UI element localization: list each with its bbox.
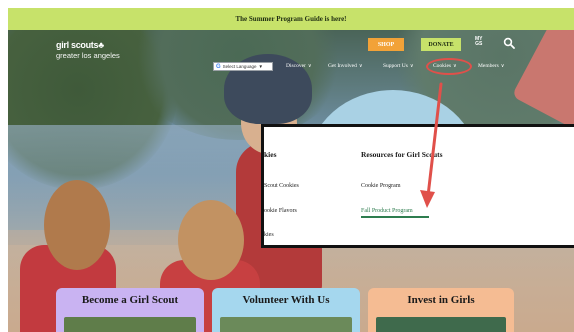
shop-button[interactable]: SHOP [368, 38, 404, 51]
chevron-down-icon: ∨ [307, 64, 312, 69]
logo-wordmark: girl scouts [56, 40, 99, 50]
nav-item-get-involved[interactable]: Get Involved ∨ [328, 63, 363, 69]
chevron-down-icon: ∨ [409, 64, 414, 69]
dropdown-link-cookie-program[interactable]: Cookie Program [361, 183, 401, 189]
dropdown-link-cookies[interactable]: kies [264, 232, 274, 238]
chevron-down-icon: ∨ [500, 64, 505, 69]
site-logo[interactable]: girl scouts♣ greater los angeles [56, 40, 120, 60]
fall-product-underline [361, 216, 429, 218]
card-volunteer-with-us[interactable]: Volunteer With Us [212, 288, 360, 332]
my-gs-link[interactable]: MY GS [475, 37, 483, 47]
nav-item-discover[interactable]: Discover ∨ [286, 63, 312, 69]
language-select-label: Select Language [222, 64, 257, 69]
nav-item-support-us[interactable]: Support Us ∨ [383, 63, 414, 69]
chevron-down-icon: ∨ [358, 64, 363, 69]
logo-council-name: greater los angeles [56, 51, 120, 60]
announcement-text[interactable]: The Summer Program Guide is here! [235, 15, 346, 23]
dropdown-column-title-cookies: kies [264, 150, 277, 159]
nav-item-members[interactable]: Members ∨ [478, 63, 504, 69]
card-title: Volunteer With Us [242, 294, 330, 306]
chevron-down-icon: ▼ [258, 64, 263, 69]
cookies-dropdown-menu [261, 124, 574, 248]
card-image [64, 317, 196, 332]
card-become-a-girl-scout[interactable]: Become a Girl Scout [56, 288, 204, 332]
card-image [376, 317, 506, 332]
trefoil-icon: ♣ [98, 40, 104, 50]
nav-item-label: Support Us [383, 63, 408, 69]
card-invest-in-girls[interactable]: Invest in Girls [368, 288, 514, 332]
dropdown-column-title-resources: Resources for Girl Scouts [361, 150, 443, 159]
google-translate-icon: G [216, 63, 221, 70]
page: The Summer Program Guide is here! girl s… [0, 0, 574, 332]
card-title: Invest in Girls [407, 294, 475, 306]
nav-item-label: Members [478, 63, 499, 69]
dropdown-link-fall-product-program[interactable]: Fall Product Program [361, 208, 413, 214]
hero-girl-middle-hair [178, 200, 244, 280]
my-gs-line2: GS [475, 41, 483, 47]
nav-item-label: Get Involved [328, 63, 357, 69]
card-image [220, 317, 352, 332]
language-select[interactable]: G Select Language ▼ [213, 62, 273, 71]
hero-girl-left-hair [44, 180, 110, 270]
donate-button[interactable]: DONATE [421, 38, 461, 51]
card-title: Become a Girl Scout [81, 294, 179, 306]
cookies-highlight-circle [426, 58, 472, 75]
dropdown-link-cookie-flavors[interactable]: ookie Flavors [264, 208, 297, 214]
announcement-bar[interactable]: The Summer Program Guide is here! [8, 8, 574, 30]
dropdown-link-scout-cookies[interactable]: Scout Cookies [264, 183, 299, 189]
nav-item-label: Discover [286, 63, 306, 69]
search-icon[interactable] [503, 37, 515, 49]
